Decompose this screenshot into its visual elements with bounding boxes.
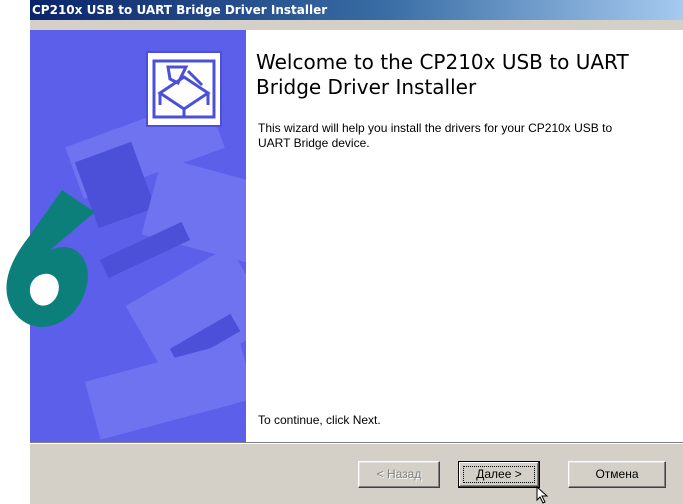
cancel-button[interactable]: Отмена — [568, 461, 666, 488]
next-button[interactable]: Далее > — [458, 461, 540, 488]
content-pane: Welcome to the CP210x USB to UART Bridge… — [246, 30, 683, 442]
separator — [30, 442, 683, 444]
welcome-heading: Welcome to the CP210x USB to UART Bridge… — [256, 50, 629, 99]
logo-icon — [6, 190, 95, 327]
wizard-description: This wizard will help you install the dr… — [258, 121, 613, 150]
cancel-button-label: Отмена — [595, 467, 639, 481]
focus-rectangle — [463, 466, 535, 483]
back-button[interactable]: < Назад — [358, 461, 440, 488]
window-title: CP210x USB to UART Bridge Driver Install… — [32, 3, 328, 17]
title-bar[interactable]: CP210x USB to UART Bridge Driver Install… — [30, 0, 683, 20]
installer-box-icon — [146, 51, 222, 127]
continue-instruction: To continue, click Next. — [258, 413, 381, 427]
back-button-label: < Назад — [376, 467, 422, 481]
mouse-cursor-icon — [536, 486, 549, 504]
installer-window: CP210x USB to UART Bridge Driver Install… — [30, 0, 683, 504]
